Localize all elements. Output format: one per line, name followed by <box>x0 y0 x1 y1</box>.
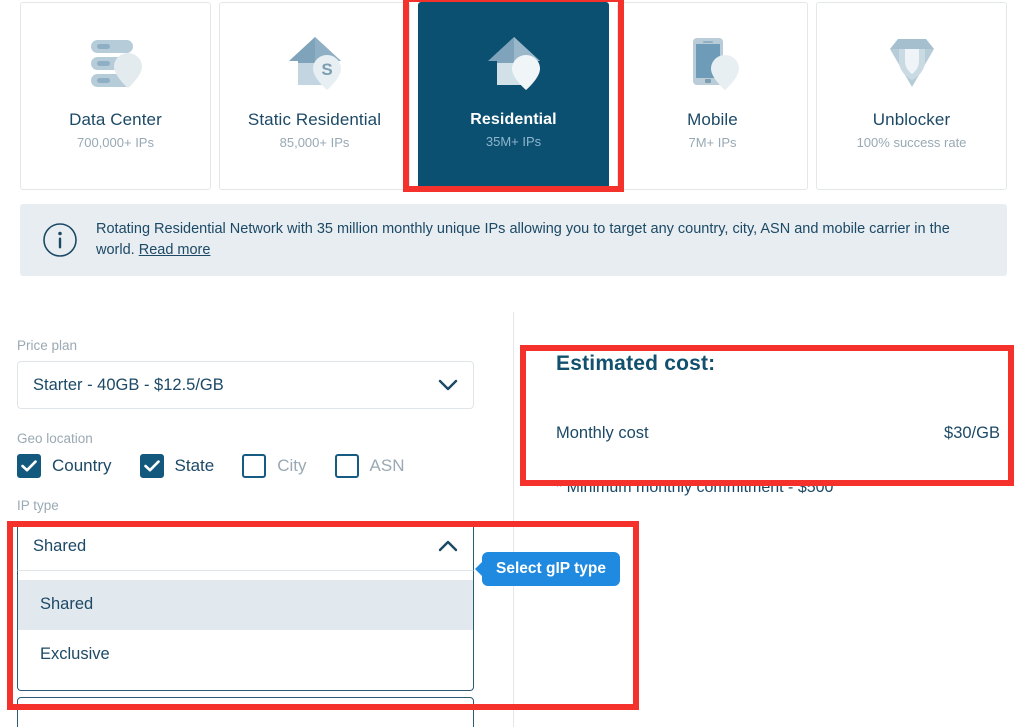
monthly-cost-label: Monthly cost <box>556 424 649 442</box>
checkbox-unchecked-icon[interactable] <box>242 454 267 479</box>
ip-type-select[interactable]: Shared <box>17 521 474 570</box>
product-card-mobile[interactable]: Mobile 7M+ IPs <box>617 2 808 190</box>
product-card-title: Data Center <box>69 110 162 129</box>
geo-location-field: Geo location Country State City ASN <box>17 431 497 479</box>
product-card-data-center[interactable]: Data Center 700,000+ IPs <box>20 2 211 190</box>
tooltip-text: Select gIP type <box>496 560 606 577</box>
chevron-down-icon[interactable] <box>438 379 458 392</box>
next-field-partial[interactable] <box>17 696 474 727</box>
product-type-selector: Data Center 700,000+ IPs S Static Reside… <box>20 2 1007 190</box>
ip-type-label: IP type <box>17 498 59 514</box>
monthly-cost-value: $30/GB <box>944 424 1000 442</box>
product-card-unblocker[interactable]: Unblocker 100% success rate <box>816 2 1007 190</box>
product-card-subtitle: 100% success rate <box>856 134 967 150</box>
price-plan-select[interactable]: Starter - 40GB - $12.5/GB <box>17 361 474 410</box>
geo-checkbox-label: City <box>277 456 307 476</box>
product-card-subtitle: 700,000+ IPs <box>77 134 154 150</box>
page-root: Data Center 700,000+ IPs S Static Reside… <box>0 0 1027 727</box>
banner-description: Rotating Residential Network with 35 mil… <box>96 220 950 258</box>
ip-type-option-shared[interactable]: Shared <box>18 579 473 630</box>
network-info-banner: Rotating Residential Network with 35 mil… <box>20 204 1007 276</box>
product-card-title: Residential <box>470 111 557 128</box>
configuration-form: Price plan Starter - 40GB - $12.5/GB Geo… <box>17 338 497 727</box>
monthly-cost-row: Monthly cost $30/GB <box>556 424 1000 443</box>
price-plan-value: Starter - 40GB - $12.5/GB <box>33 375 224 394</box>
checkbox-checked-icon[interactable] <box>139 454 164 479</box>
product-card-static-residential[interactable]: S Static Residential 85,000+ IPs <box>219 2 410 190</box>
banner-text: Rotating Residential Network with 35 mil… <box>96 219 985 261</box>
geo-checkbox-asn[interactable]: ASN <box>334 454 405 479</box>
geo-checkbox-state[interactable]: State <box>139 454 215 479</box>
chevron-up-icon[interactable] <box>438 540 458 553</box>
geo-checkbox-label: Country <box>52 456 112 476</box>
select-gip-type-tooltip: Select gIP type <box>482 552 620 586</box>
estimated-cost-title: Estimated cost: <box>556 352 716 375</box>
geo-checkbox-country[interactable]: Country <box>17 454 112 479</box>
diamond-shield-icon <box>881 31 943 93</box>
price-plan-label: Price plan <box>17 338 78 353</box>
geo-location-label: Geo location <box>17 431 93 447</box>
ip-type-options-list: Shared Exclusive <box>17 569 474 691</box>
ip-type-combobox: Shared Shared Exclusive <box>17 521 474 691</box>
minimum-commitment-note: * Minimum monthly commitment - $500 <box>556 479 834 496</box>
cost-summary-panel: Estimated cost: Monthly cost $30/GB * Mi… <box>556 352 1000 497</box>
column-divider <box>513 312 514 727</box>
price-plan-field: Price plan Starter - 40GB - $12.5/GB <box>17 338 497 410</box>
ip-type-value: Shared <box>33 536 87 555</box>
geo-checkbox-label: State <box>174 456 215 476</box>
svg-text:S: S <box>321 60 332 79</box>
product-card-title: Mobile <box>687 110 738 129</box>
product-card-title: Unblocker <box>872 110 951 129</box>
info-circle-icon <box>42 222 78 258</box>
geo-location-checkbox-group: Country State City ASN <box>17 454 497 479</box>
product-card-residential[interactable]: Residential 35M+ IPs <box>418 2 609 190</box>
geo-checkbox-label: ASN <box>369 456 405 476</box>
product-card-title: Static Residential <box>247 110 382 129</box>
phone-pin-icon <box>682 31 744 93</box>
geo-checkbox-city[interactable]: City <box>242 454 307 479</box>
ip-type-field: IP type Shared Shared Exclusive <box>17 498 497 727</box>
house-s-pin-icon: S <box>284 31 346 93</box>
product-card-subtitle: 85,000+ IPs <box>279 134 350 150</box>
product-card-subtitle: 7M+ IPs <box>688 134 737 150</box>
checkbox-unchecked-icon[interactable] <box>334 454 359 479</box>
checkbox-checked-icon[interactable] <box>17 454 41 479</box>
read-more-link[interactable]: Read more <box>139 242 211 258</box>
ip-type-option-exclusive[interactable]: Exclusive <box>18 630 473 680</box>
house-pin-icon <box>483 31 545 93</box>
server-stack-pin-icon <box>85 31 147 93</box>
product-card-subtitle: 35M+ IPs <box>485 133 542 149</box>
